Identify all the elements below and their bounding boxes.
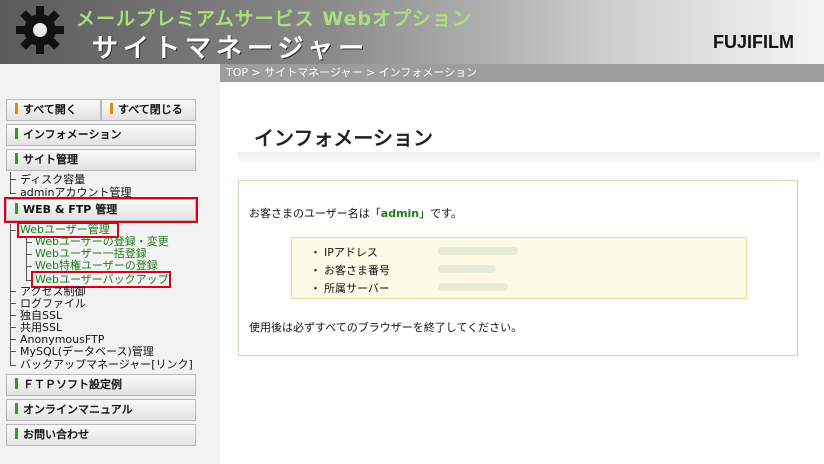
orange-marker-icon: [15, 103, 18, 114]
tree-line: [26, 237, 27, 281]
header-banner: メールプレミアムサービス Webオプション サイトマネージャー FUJIFILM: [0, 0, 824, 64]
tree-branch: [10, 193, 16, 194]
tree-branch: [10, 291, 16, 292]
green-marker-icon: [15, 378, 18, 389]
header-subtitle: メールプレミアムサービス Webオプション: [76, 8, 473, 30]
tree-branch: [10, 230, 16, 231]
tree-branch: [10, 327, 16, 328]
detail-label: IPアドレス: [324, 246, 378, 259]
green-marker-icon: [15, 153, 18, 164]
tree-branch: [10, 351, 16, 352]
bullet: ・: [310, 246, 321, 259]
green-marker-icon: [15, 428, 18, 439]
tree-branch: [26, 242, 32, 243]
logout-note: 使用後は必ずすべてのブラウザーを終了してください。: [249, 321, 523, 334]
sidebar-link-disk[interactable]: ディスク容量: [20, 174, 85, 186]
account-details-box: ・ IPアドレス ・お客さま番号 ・所属サーバー: [291, 237, 747, 299]
sidebar-item-online-manual[interactable]: オンラインマニュアル: [6, 399, 196, 421]
tree-branch: [10, 315, 16, 316]
header-title: サイトマネージャー: [92, 34, 370, 64]
redacted-value: [438, 283, 508, 291]
highlight-box-web-ftp: [4, 197, 198, 223]
tree-branch: [10, 303, 16, 304]
username-value: admin: [380, 207, 420, 220]
breadcrumb: TOP > サイトマネージャー > インフォメーション: [220, 64, 824, 82]
bullet: ・: [310, 282, 321, 295]
sidebar-item-label: インフォメーション: [23, 128, 122, 141]
tree-branch: [10, 339, 16, 340]
redacted-value: [438, 247, 518, 255]
orange-marker-icon: [110, 103, 113, 114]
tree-branch: [10, 179, 16, 180]
sidebar-item-label: サイト管理: [23, 153, 78, 166]
close-all-label: すべて閉じる: [118, 103, 183, 116]
green-marker-icon: [15, 128, 18, 139]
sidebar-link-backup-manager[interactable]: バックアップマネージャー[リンク]: [20, 359, 193, 371]
green-marker-icon: [15, 403, 18, 414]
tree-branch: [26, 254, 32, 255]
brand-text: FUJIFILM: [713, 32, 794, 52]
info-panel: お客さまのユーザー名は「admin」です。 ・ IPアドレス ・お客さま番号 ・所…: [238, 180, 798, 356]
sidebar-link-mysql[interactable]: MySQL(データベース)管理: [20, 346, 154, 358]
sidebar: すべて開く すべて閉じる インフォメーション サイト管理 ディスク容量 admi…: [0, 64, 220, 464]
detail-label: 所属サーバー: [324, 282, 390, 295]
sidebar-item-site-admin[interactable]: サイト管理: [6, 149, 196, 171]
greeting-suffix: 」です。: [419, 207, 463, 220]
sidebar-item-label: ＦＴＰソフト設定例: [23, 378, 122, 391]
redacted-value: [438, 265, 496, 273]
sidebar-item-ftp-soft[interactable]: ＦＴＰソフト設定例: [6, 374, 196, 396]
tree-branch: [10, 365, 16, 366]
bullet: ・: [310, 264, 321, 277]
close-all-button[interactable]: すべて閉じる: [101, 99, 196, 121]
sidebar-item-label: お問い合わせ: [23, 428, 89, 441]
detail-row-customer-number: ・お客さま番号: [310, 262, 390, 278]
sidebar-item-information[interactable]: インフォメーション: [6, 124, 196, 146]
detail-row-ip: ・ IPアドレス: [310, 244, 378, 260]
open-all-label: すべて開く: [23, 103, 77, 116]
title-divider: [238, 152, 820, 161]
sidebar-item-contact[interactable]: お問い合わせ: [6, 424, 196, 446]
brand-logo: FUJIFILM: [713, 32, 794, 53]
sidebar-item-label: オンラインマニュアル: [23, 403, 133, 416]
open-all-button[interactable]: すべて開く: [6, 99, 101, 121]
greeting-prefix: お客さまのユーザー名は「: [249, 207, 381, 220]
greeting-text: お客さまのユーザー名は「admin」です。: [249, 205, 462, 221]
tree-line: [10, 224, 11, 366]
tree-branch: [26, 266, 32, 267]
tree-line: [10, 172, 11, 194]
gear-icon: [16, 6, 64, 54]
detail-label: お客さま番号: [324, 264, 390, 277]
detail-row-server: ・所属サーバー: [310, 280, 390, 296]
page-title: インフォメーション: [254, 126, 433, 150]
